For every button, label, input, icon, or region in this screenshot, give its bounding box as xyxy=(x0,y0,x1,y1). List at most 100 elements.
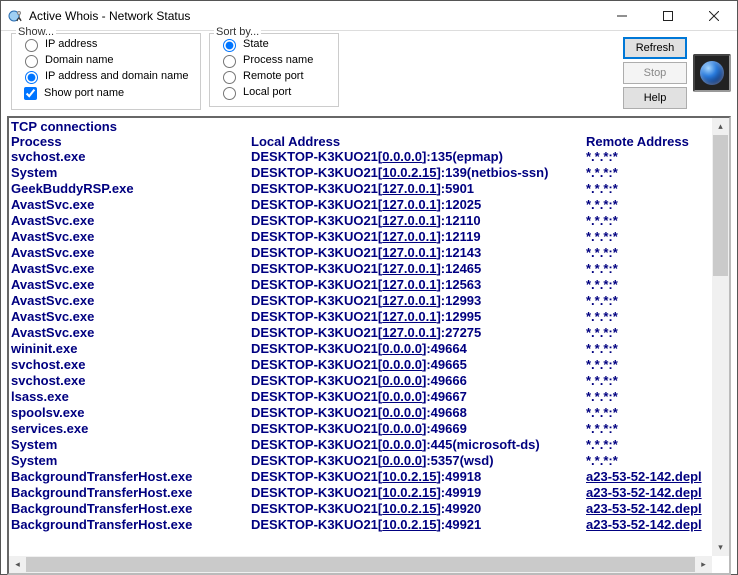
ip-link[interactable]: 10.0.2.15 xyxy=(382,517,436,532)
cell-process: svchost.exe xyxy=(11,149,251,165)
help-button[interactable]: Help xyxy=(623,87,687,109)
ip-link[interactable]: 0.0.0.0 xyxy=(382,357,422,372)
remote-link[interactable]: a23-53-52-142.depl xyxy=(586,469,702,484)
ip-link[interactable]: 127.0.0.1 xyxy=(382,197,436,212)
ip-link[interactable]: 127.0.0.1 xyxy=(382,229,436,244)
minimize-button[interactable] xyxy=(599,1,645,30)
table-row[interactable]: BackgroundTransferHost.exeDESKTOP-K3KUO2… xyxy=(11,485,710,501)
radio-sort-remote-port[interactable]: Remote port xyxy=(218,68,330,84)
cell-local-address: DESKTOP-K3KUO21[0.0.0.0]:49666 xyxy=(251,373,586,389)
remote-link[interactable]: a23-53-52-142.depl xyxy=(586,517,702,532)
table-row[interactable]: AvastSvc.exeDESKTOP-K3KUO21[127.0.0.1]:1… xyxy=(11,245,710,261)
scroll-track[interactable] xyxy=(712,135,729,539)
ip-link[interactable]: 0.0.0.0 xyxy=(382,373,422,388)
radio-ip-address[interactable]: IP address xyxy=(20,36,192,52)
table-row[interactable]: AvastSvc.exeDESKTOP-K3KUO21[127.0.0.1]:1… xyxy=(11,229,710,245)
scroll-right-button[interactable]: ▸ xyxy=(695,556,712,573)
radio-sort-state[interactable]: State xyxy=(218,36,330,52)
table-row[interactable]: GeekBuddyRSP.exeDESKTOP-K3KUO21[127.0.0.… xyxy=(11,181,710,197)
horizontal-scrollbar[interactable]: ◂ ▸ xyxy=(9,556,712,573)
remote-link[interactable]: a23-53-52-142.depl xyxy=(586,501,702,516)
ip-link[interactable]: 127.0.0.1 xyxy=(382,277,436,292)
window-title: Active Whois - Network Status xyxy=(29,9,190,23)
cell-process: BackgroundTransferHost.exe xyxy=(11,485,251,501)
table-row[interactable]: AvastSvc.exeDESKTOP-K3KUO21[127.0.0.1]:1… xyxy=(11,309,710,325)
table-row[interactable]: svchost.exeDESKTOP-K3KUO21[0.0.0.0]:135(… xyxy=(11,149,710,165)
table-row[interactable]: services.exeDESKTOP-K3KUO21[0.0.0.0]:496… xyxy=(11,421,710,437)
toolbar: Show... IP address Domain name IP addres… xyxy=(1,31,737,116)
ip-link[interactable]: 127.0.0.1 xyxy=(382,261,436,276)
checkbox-show-port-name[interactable]: Show port name xyxy=(20,84,192,103)
stop-button[interactable]: Stop xyxy=(623,62,687,84)
ip-link[interactable]: 0.0.0.0 xyxy=(382,149,422,164)
ip-link[interactable]: 10.0.2.15 xyxy=(382,501,436,516)
table-row[interactable]: spoolsv.exeDESKTOP-K3KUO21[0.0.0.0]:4966… xyxy=(11,405,710,421)
table-row[interactable]: lsass.exeDESKTOP-K3KUO21[0.0.0.0]:49667*… xyxy=(11,389,710,405)
cell-remote-address: *.*.*:* xyxy=(586,277,710,293)
show-group: Show... IP address Domain name IP addres… xyxy=(11,33,201,110)
table-row[interactable]: BackgroundTransferHost.exeDESKTOP-K3KUO2… xyxy=(11,501,710,517)
table-row[interactable]: SystemDESKTOP-K3KUO21[10.0.2.15]:139(net… xyxy=(11,165,710,181)
cell-remote-address: a23-53-52-142.depl xyxy=(586,517,710,533)
ip-link[interactable]: 10.0.2.15 xyxy=(382,485,436,500)
radio-sort-local-port[interactable]: Local port xyxy=(218,84,330,100)
table-row[interactable]: svchost.exeDESKTOP-K3KUO21[0.0.0.0]:4966… xyxy=(11,357,710,373)
radio-domain-name[interactable]: Domain name xyxy=(20,52,192,68)
table-row[interactable]: svchost.exeDESKTOP-K3KUO21[0.0.0.0]:4966… xyxy=(11,373,710,389)
ip-link[interactable]: 127.0.0.1 xyxy=(382,293,436,308)
cell-remote-address: *.*.*:* xyxy=(586,181,710,197)
ip-link[interactable]: 0.0.0.0 xyxy=(382,437,422,452)
scroll-left-button[interactable]: ◂ xyxy=(9,556,26,573)
cell-process: AvastSvc.exe xyxy=(11,293,251,309)
scroll-down-button[interactable]: ▾ xyxy=(712,539,729,556)
cell-process: System xyxy=(11,453,251,469)
table-row[interactable]: BackgroundTransferHost.exeDESKTOP-K3KUO2… xyxy=(11,469,710,485)
cell-local-address: DESKTOP-K3KUO21[0.0.0.0]:135(epmap) xyxy=(251,149,586,165)
table-row[interactable]: AvastSvc.exeDESKTOP-K3KUO21[127.0.0.1]:1… xyxy=(11,197,710,213)
ip-link[interactable]: 0.0.0.0 xyxy=(382,453,422,468)
table-row[interactable]: AvastSvc.exeDESKTOP-K3KUO21[127.0.0.1]:1… xyxy=(11,261,710,277)
scroll-up-button[interactable]: ▴ xyxy=(712,118,729,135)
cell-process: AvastSvc.exe xyxy=(11,213,251,229)
ip-link[interactable]: 10.0.2.15 xyxy=(382,165,436,180)
table-row[interactable]: AvastSvc.exeDESKTOP-K3KUO21[127.0.0.1]:1… xyxy=(11,293,710,309)
table-row[interactable]: BackgroundTransferHost.exeDESKTOP-K3KUO2… xyxy=(11,517,710,533)
table-row[interactable]: SystemDESKTOP-K3KUO21[0.0.0.0]:445(micro… xyxy=(11,437,710,453)
cell-remote-address: *.*.*:* xyxy=(586,437,710,453)
ip-link[interactable]: 127.0.0.1 xyxy=(382,325,436,340)
table-row[interactable]: SystemDESKTOP-K3KUO21[0.0.0.0]:5357(wsd)… xyxy=(11,453,710,469)
connections-panel: TCP connections Process Local Address Re… xyxy=(7,116,731,575)
cell-local-address: DESKTOP-K3KUO21[10.0.2.15]:49918 xyxy=(251,469,586,485)
table-row[interactable]: AvastSvc.exeDESKTOP-K3KUO21[127.0.0.1]:2… xyxy=(11,325,710,341)
cell-remote-address: a23-53-52-142.depl xyxy=(586,501,710,517)
table-row[interactable]: wininit.exeDESKTOP-K3KUO21[0.0.0.0]:4966… xyxy=(11,341,710,357)
ip-link[interactable]: 127.0.0.1 xyxy=(382,213,436,228)
cell-remote-address: *.*.*:* xyxy=(586,213,710,229)
ip-link[interactable]: 0.0.0.0 xyxy=(382,341,422,356)
titlebar[interactable]: Active Whois - Network Status xyxy=(1,1,737,31)
connections-list[interactable]: TCP connections Process Local Address Re… xyxy=(9,118,712,556)
ip-link[interactable]: 10.0.2.15 xyxy=(382,469,436,484)
close-button[interactable] xyxy=(691,1,737,30)
maximize-button[interactable] xyxy=(645,1,691,30)
radio-ip-and-domain[interactable]: IP address and domain name xyxy=(20,68,192,84)
scroll-thumb[interactable] xyxy=(26,557,695,572)
vertical-scrollbar[interactable]: ▴ ▾ xyxy=(712,118,729,556)
cell-local-address: DESKTOP-K3KUO21[127.0.0.1]:12993 xyxy=(251,293,586,309)
table-row[interactable]: AvastSvc.exeDESKTOP-K3KUO21[127.0.0.1]:1… xyxy=(11,213,710,229)
ip-link[interactable]: 0.0.0.0 xyxy=(382,421,422,436)
ip-link[interactable]: 127.0.0.1 xyxy=(382,245,436,260)
cell-remote-address: *.*.*:* xyxy=(586,389,710,405)
ip-link[interactable]: 127.0.0.1 xyxy=(382,181,436,196)
remote-link[interactable]: a23-53-52-142.depl xyxy=(586,485,702,500)
ip-link[interactable]: 127.0.0.1 xyxy=(382,309,436,324)
radio-sort-process[interactable]: Process name xyxy=(218,52,330,68)
ip-link[interactable]: 0.0.0.0 xyxy=(382,389,422,404)
ip-link[interactable]: 0.0.0.0 xyxy=(382,405,422,420)
scroll-track[interactable] xyxy=(26,556,695,573)
refresh-button[interactable]: Refresh xyxy=(623,37,687,59)
scroll-thumb[interactable] xyxy=(713,135,728,276)
cell-remote-address: *.*.*:* xyxy=(586,309,710,325)
cell-process: spoolsv.exe xyxy=(11,405,251,421)
table-row[interactable]: AvastSvc.exeDESKTOP-K3KUO21[127.0.0.1]:1… xyxy=(11,277,710,293)
